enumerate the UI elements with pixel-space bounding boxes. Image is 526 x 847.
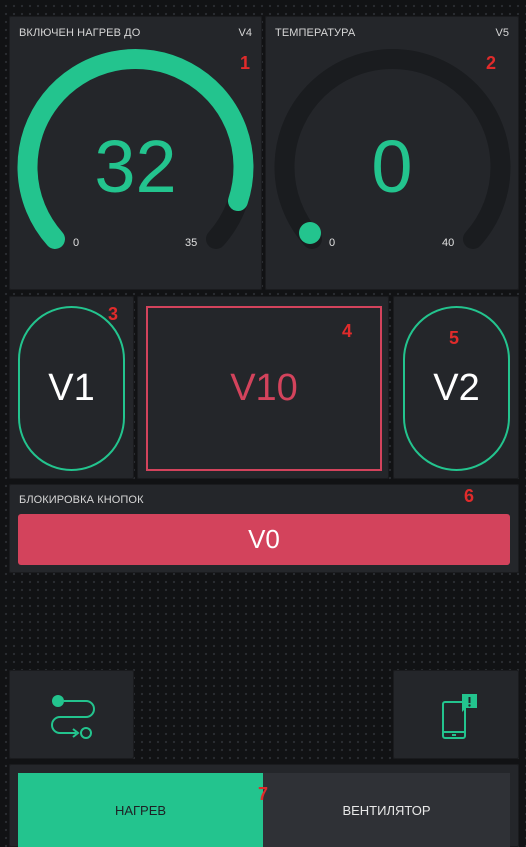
button-lock-panel: БЛОКИРОВКА КНОПОК 6 V0 bbox=[9, 484, 519, 573]
button-panel-v10: V10 4 bbox=[137, 296, 389, 479]
button-panel-v1: V1 3 bbox=[9, 296, 134, 479]
lock-label: БЛОКИРОВКА КНОПОК bbox=[19, 494, 144, 506]
gauge-value: 32 bbox=[94, 125, 177, 208]
button-panel-v2: V2 5 bbox=[393, 296, 519, 479]
marker-number: 3 bbox=[108, 304, 119, 324]
marker-number: 7 bbox=[258, 784, 269, 804]
gauge-value: 0 bbox=[371, 125, 413, 208]
segmented-switch-panel: НАГРЕВ ВЕНТИЛЯТОР 7 bbox=[9, 764, 519, 847]
marker-number: 4 bbox=[342, 321, 353, 341]
gauge-max: 35 bbox=[185, 237, 198, 249]
notification-widget[interactable] bbox=[393, 670, 519, 759]
marker-number: 6 bbox=[464, 486, 475, 506]
route-icon bbox=[51, 695, 95, 739]
gauge-min: 0 bbox=[329, 237, 336, 249]
v0-button[interactable]: V0 bbox=[18, 514, 510, 565]
segment-heating[interactable]: НАГРЕВ bbox=[18, 773, 263, 847]
gauge-max: 40 bbox=[442, 237, 455, 249]
gauge-temperature[interactable]: ТЕМПЕРАТУРА V5 2 0 0 40 bbox=[265, 16, 519, 290]
marker-number: 5 bbox=[449, 328, 460, 348]
segment-fan[interactable]: ВЕНТИЛЯТОР bbox=[263, 773, 510, 847]
phone-notification-icon bbox=[442, 694, 477, 739]
gauge-min: 0 bbox=[73, 237, 80, 249]
route-widget[interactable] bbox=[9, 670, 134, 759]
gauge-heating-target[interactable]: ВКЛЮЧЕН НАГРЕВ ДО V4 1 32 0 35 bbox=[9, 16, 262, 290]
v1-button[interactable]: V1 bbox=[18, 306, 125, 471]
